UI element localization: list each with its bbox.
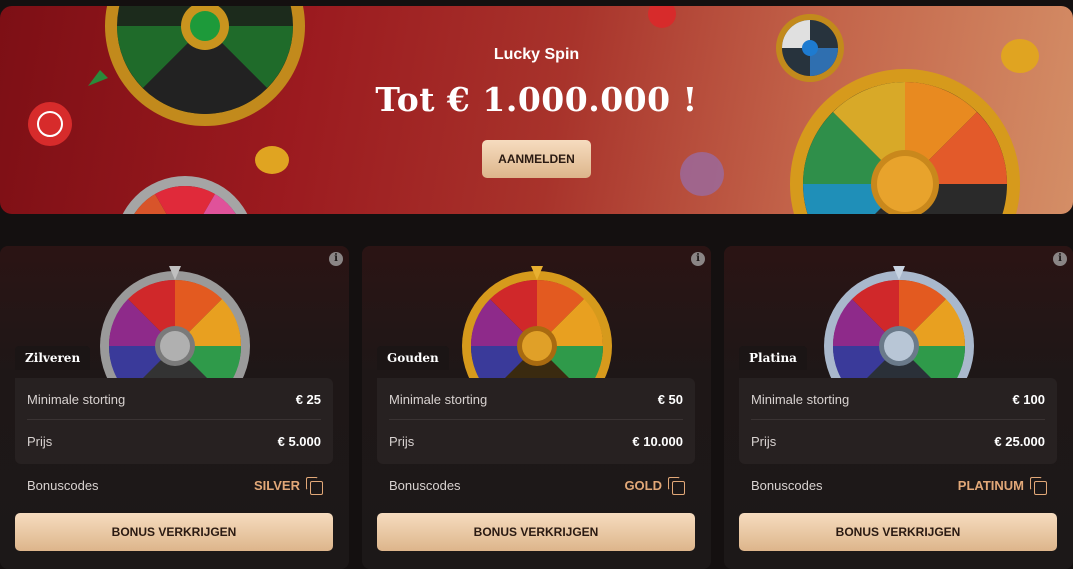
- tier-label: Gouden: [377, 346, 449, 370]
- prize-label: Prijs: [27, 433, 53, 449]
- prize-label: Prijs: [751, 433, 777, 449]
- bonus-code[interactable]: GOLD: [624, 477, 685, 495]
- promo-title: Lucky Spin: [493, 46, 580, 63]
- get-bonus-button[interactable]: BONUS VERKRIJGEN: [739, 513, 1057, 551]
- prize-value: € 25.000: [994, 433, 1045, 449]
- info-icon[interactable]: i: [329, 252, 343, 266]
- tier-label: Zilveren: [15, 346, 91, 370]
- bonus-card-gold: i Gouden Minimale storting € 50 Prijs € …: [362, 246, 711, 569]
- prize-row: Prijs € 25.000: [751, 421, 1045, 461]
- min-deposit-row: Minimale storting € 25: [27, 380, 321, 420]
- copy-icon[interactable]: [1030, 477, 1047, 495]
- min-deposit-row: Minimale storting € 50: [389, 380, 683, 420]
- prize-value: € 10.000: [632, 433, 683, 449]
- prize-value: € 5.000: [277, 433, 321, 449]
- chip-icon: [648, 6, 676, 28]
- min-deposit-value: € 25: [295, 392, 321, 407]
- card-header: i Zilveren: [0, 246, 349, 378]
- prism-icon: [680, 152, 724, 196]
- wheel-illustration-bottom: [122, 176, 248, 214]
- min-deposit-row: Minimale storting € 100: [751, 380, 1045, 420]
- info-icon[interactable]: i: [691, 252, 705, 266]
- prize-row: Prijs € 5.000: [27, 421, 321, 461]
- bonus-code-row: Bonuscodes PLATINUM: [751, 472, 1047, 498]
- copy-icon[interactable]: [306, 477, 323, 495]
- bonus-details: Minimale storting € 25 Prijs € 5.000: [15, 378, 333, 464]
- copy-icon[interactable]: [668, 477, 685, 495]
- bonus-code-row: Bonuscodes SILVER: [27, 472, 323, 498]
- bonus-details: Minimale storting € 100 Prijs € 25.000: [739, 378, 1057, 464]
- bonus-details: Minimale storting € 50 Prijs € 10.000: [377, 378, 695, 464]
- bonus-code[interactable]: SILVER: [254, 477, 323, 495]
- min-deposit-label: Minimale storting: [27, 392, 126, 407]
- card-header: i Gouden: [362, 246, 711, 378]
- bonus-card-platinum: i Platina Minimale storting € 100 Prijs …: [724, 246, 1073, 569]
- bonus-code-row: Bonuscodes GOLD: [389, 472, 685, 498]
- bonus-code-label: Bonuscodes: [751, 477, 823, 493]
- bonus-card-silver: i Zilveren Minimale storting € 25 Prijs …: [0, 246, 349, 569]
- info-icon[interactable]: i: [1053, 252, 1067, 266]
- bonus-code-value: PLATINUM: [957, 477, 1024, 493]
- card-header: i Platina: [724, 246, 1073, 378]
- prize-label: Prijs: [389, 433, 415, 449]
- get-bonus-button[interactable]: BONUS VERKRIJGEN: [377, 513, 695, 551]
- bonus-code-value: SILVER: [254, 477, 300, 493]
- lucky-spin-banner: Lucky Spin Tot € 1.000.000 ! AANMELDEN: [0, 6, 1073, 214]
- bonus-code-value: GOLD: [624, 477, 662, 493]
- min-deposit-label: Minimale storting: [751, 392, 850, 407]
- bonus-code-label: Bonuscodes: [389, 477, 461, 493]
- bonus-code[interactable]: PLATINUM: [957, 477, 1047, 495]
- tier-label: Platina: [739, 346, 807, 370]
- min-deposit-value: € 50: [657, 392, 683, 407]
- get-bonus-button[interactable]: BONUS VERKRIJGEN: [15, 513, 333, 551]
- promo-headline: Tot € 1.000.000 !: [375, 80, 698, 119]
- min-deposit-value: € 100: [1012, 392, 1045, 407]
- prize-row: Prijs € 10.000: [389, 421, 683, 461]
- register-button[interactable]: AANMELDEN: [482, 140, 591, 178]
- min-deposit-label: Minimale storting: [389, 392, 488, 407]
- coin-icon: [255, 146, 289, 174]
- bonus-code-label: Bonuscodes: [27, 477, 99, 493]
